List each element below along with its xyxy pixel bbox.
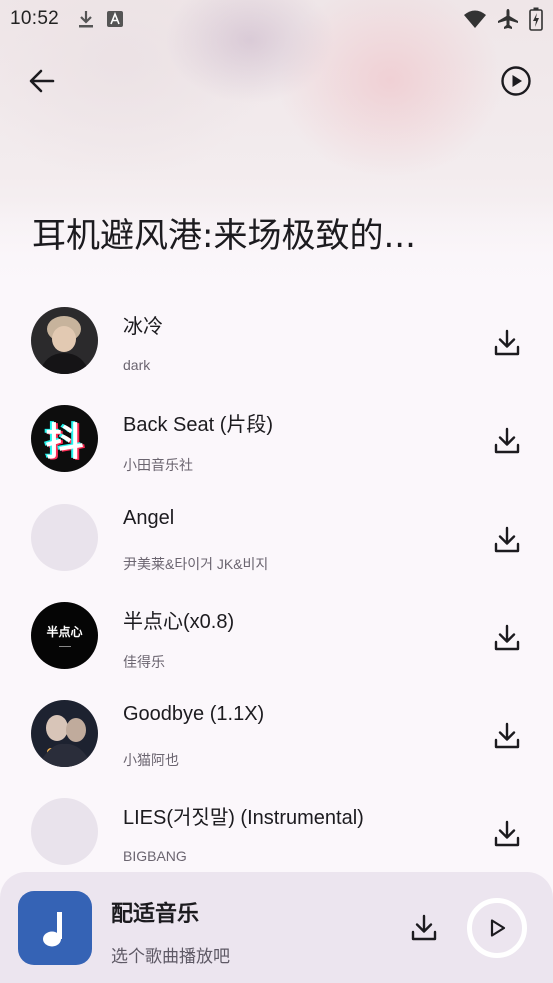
- song-artist: dark: [123, 357, 151, 373]
- airplane-icon: [498, 9, 518, 29]
- battery-charging-icon: [529, 7, 543, 31]
- song-row[interactable]: Angel 尹美莱&타이거 JK&비지: [0, 489, 553, 587]
- download-status-icon: [79, 11, 94, 28]
- song-title: Back Seat (片段): [123, 414, 274, 437]
- song-cover: 半点心: [31, 601, 98, 669]
- a-status-icon: [107, 11, 124, 27]
- song-row[interactable]: 半点心 半点心(x0.8) 佳得乐: [0, 587, 553, 685]
- song-row[interactable]: Goodbye (1.1X) 小猫阿也: [0, 685, 553, 783]
- song-title: Goodbye (1.1X): [123, 703, 265, 726]
- music-note-icon: [43, 912, 62, 947]
- cover-text: 半点心: [46, 625, 83, 640]
- song-artist: 佳得乐: [123, 653, 165, 670]
- song-title: 半点心(x0.8): [123, 610, 235, 633]
- song-list: 冰冷 dark 抖 Back Seat (片段) 小田音乐社 Angel 尹美莱…: [0, 292, 553, 882]
- song-cover: [31, 700, 98, 768]
- song-cover: [31, 307, 98, 374]
- song-row[interactable]: 冰冷 dark: [0, 292, 553, 390]
- cover-photo-night: [31, 700, 98, 768]
- download-icon[interactable]: [492, 819, 522, 849]
- mini-player-play-button[interactable]: [467, 898, 527, 958]
- top-app-bar: [0, 55, 553, 105]
- song-cover-placeholder: [31, 798, 98, 866]
- cover-divider: [58, 646, 71, 648]
- mini-player-title: 配适音乐: [111, 902, 200, 927]
- play-icon: [490, 919, 506, 937]
- mini-player-subtitle: 选个歌曲播放吧: [111, 947, 230, 967]
- song-row[interactable]: 抖 Back Seat (片段) 小田音乐社: [0, 390, 553, 488]
- wifi-icon: [464, 10, 486, 28]
- song-artist: 小猫阿也: [123, 752, 179, 769]
- song-title: LIES(거짓말) (Instrumental): [123, 807, 364, 830]
- download-icon[interactable]: [409, 913, 439, 943]
- song-title: Angel: [123, 506, 175, 529]
- status-bar: 10:52: [0, 0, 553, 38]
- download-icon[interactable]: [492, 426, 522, 456]
- song-row[interactable]: LIES(거짓말) (Instrumental) BIGBANG: [0, 783, 553, 881]
- status-time: 10:52: [10, 8, 60, 29]
- download-icon[interactable]: [492, 328, 522, 358]
- download-icon[interactable]: [492, 721, 522, 751]
- play-circle-icon[interactable]: [500, 65, 532, 97]
- song-artist: BIGBANG: [123, 848, 187, 865]
- song-cover: 抖: [31, 405, 98, 473]
- song-artist: 尹美莱&타이거 JK&비지: [123, 555, 269, 572]
- arrow-back-icon[interactable]: [26, 65, 58, 97]
- download-icon[interactable]: [492, 525, 522, 555]
- page-title: 耳机避风港:来场极致的...: [32, 216, 416, 256]
- download-icon[interactable]: [492, 623, 522, 653]
- song-title: 冰冷: [123, 316, 163, 338]
- mini-player-cover: [18, 891, 92, 965]
- cover-photo-portrait: [31, 307, 98, 374]
- douyin-logo: 抖: [45, 420, 84, 465]
- mini-player[interactable]: 配适音乐 选个歌曲播放吧: [0, 872, 553, 983]
- song-artist: 小田音乐社: [123, 457, 193, 474]
- song-cover-placeholder: [31, 503, 98, 571]
